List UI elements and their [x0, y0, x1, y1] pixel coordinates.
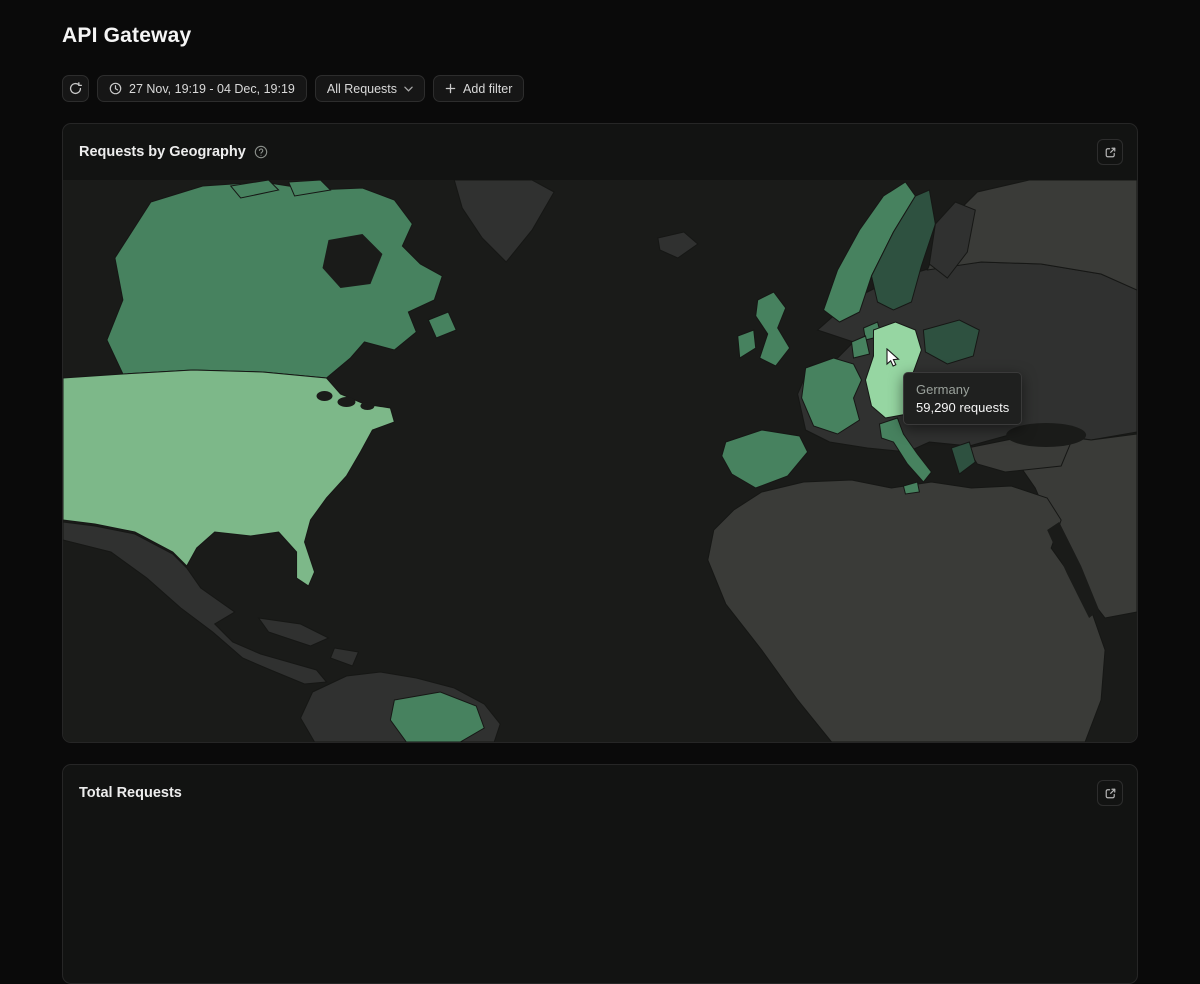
date-range-button[interactable]: 27 Nov, 19:19 - 04 Dec, 19:19 — [97, 75, 307, 102]
map-country-newfoundland[interactable] — [427, 311, 457, 339]
requests-by-geography-panel: Requests by Geography Germany 59,290 req… — [62, 123, 1138, 743]
total-panel-title: Total Requests — [79, 785, 182, 801]
geography-panel-title: Requests by Geography — [79, 144, 246, 160]
map-country-sicily[interactable] — [902, 481, 920, 495]
clock-icon — [109, 82, 122, 95]
map-country-united-kingdom[interactable] — [755, 291, 791, 367]
page-title: API Gateway — [62, 24, 192, 47]
black-sea-water — [1006, 423, 1087, 447]
request-type-select[interactable]: All Requests — [314, 75, 426, 102]
help-icon[interactable] — [254, 145, 268, 159]
mouse-cursor — [886, 348, 900, 367]
total-expand-button[interactable] — [1097, 780, 1123, 806]
refresh-button[interactable] — [62, 75, 89, 102]
external-link-icon — [1105, 788, 1115, 798]
world-map[interactable]: Germany 59,290 requests — [63, 180, 1137, 742]
date-range-label: 27 Nov, 19:19 - 04 Dec, 19:19 — [129, 81, 295, 96]
refresh-icon — [69, 82, 82, 95]
dashboard-page: API Gateway 27 Nov, 19:19 - 04 Dec, 19:1… — [0, 24, 1200, 984]
geography-panel-header: Requests by Geography — [63, 124, 1137, 180]
toolbar: 27 Nov, 19:19 - 04 Dec, 19:19 All Reques… — [62, 75, 1138, 102]
total-panel-header: Total Requests — [63, 765, 1137, 821]
map-country-greenland[interactable] — [453, 180, 555, 263]
plus-icon — [445, 83, 456, 94]
add-filter-button[interactable]: Add filter — [433, 75, 525, 102]
great-lakes-water — [337, 397, 356, 407]
great-lakes-water — [360, 402, 375, 410]
request-type-value: All Requests — [326, 81, 398, 96]
add-filter-label: Add filter — [463, 81, 513, 96]
external-link-icon — [1105, 147, 1115, 157]
map-country-cuba[interactable] — [257, 617, 330, 647]
great-lakes-water — [316, 391, 333, 401]
geography-expand-button[interactable] — [1097, 139, 1123, 165]
chevron-down-icon — [404, 86, 413, 92]
map-country-africa[interactable] — [707, 479, 1106, 742]
map-country-ireland[interactable] — [737, 329, 757, 359]
map-country-iceland[interactable] — [657, 231, 699, 259]
map-country-canada[interactable] — [106, 181, 443, 379]
total-requests-panel: Total Requests — [62, 764, 1138, 984]
map-country-hispaniola[interactable] — [329, 647, 360, 667]
map-country-spain-portugal[interactable] — [721, 429, 809, 489]
